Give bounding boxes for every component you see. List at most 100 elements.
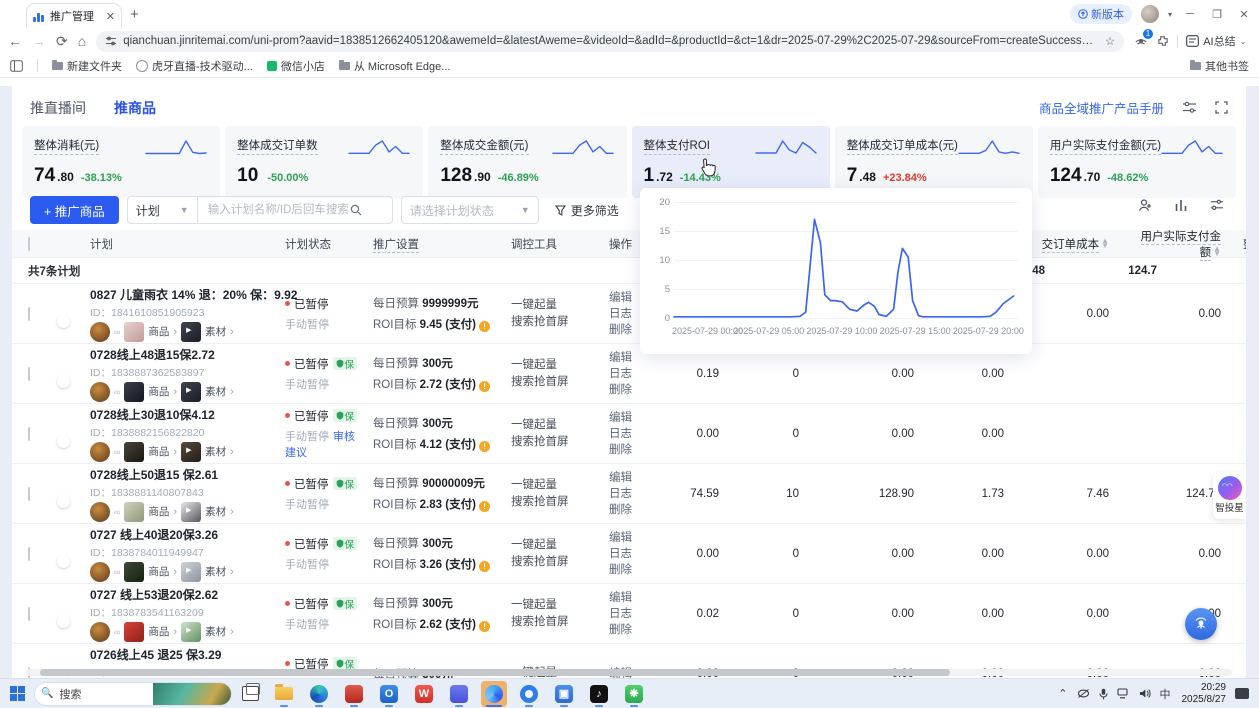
account-avatar[interactable] xyxy=(90,322,110,342)
taskbar-app-purple-app[interactable] xyxy=(446,681,472,707)
material-link[interactable]: 素材 xyxy=(205,444,226,459)
stat-card-6[interactable]: 用户实际支付金额(元)124.70-48.62% xyxy=(1038,126,1236,198)
product-thumbnail[interactable] xyxy=(124,622,144,642)
plan-title[interactable]: 0728线上30退10保4.12 xyxy=(90,406,277,423)
pen-device-icon[interactable] xyxy=(1077,688,1090,699)
bookmark-item[interactable]: 微信小店 xyxy=(267,58,325,74)
info-icon[interactable]: ! xyxy=(479,441,490,452)
product-link[interactable]: 商品 xyxy=(148,324,169,339)
plan-title[interactable]: 0727 线上40退20保3.26 xyxy=(90,526,277,543)
home-button[interactable]: ⌂ xyxy=(78,34,86,48)
microphone-icon[interactable] xyxy=(1099,688,1108,700)
display-settings-icon[interactable] xyxy=(1182,101,1197,114)
plan-search-input-wrap[interactable] xyxy=(198,196,393,224)
window-close-button[interactable]: ✕ xyxy=(1235,8,1253,21)
assistant-widget[interactable]: 智投星 xyxy=(1213,472,1246,519)
row-checkbox[interactable] xyxy=(28,487,30,501)
material-link[interactable]: 素材 xyxy=(205,624,226,639)
ime-indicator[interactable]: 中 xyxy=(1160,686,1171,702)
row-checkbox[interactable] xyxy=(28,547,30,561)
bookmark-star-icon[interactable]: ☆ xyxy=(1105,34,1115,48)
network-icon[interactable] xyxy=(1117,688,1130,699)
material-link[interactable]: 素材 xyxy=(205,324,226,339)
product-thumbnail[interactable] xyxy=(124,502,144,522)
info-icon[interactable]: ! xyxy=(479,381,490,392)
window-maximize-button[interactable]: ❐ xyxy=(1208,8,1226,21)
tool-link[interactable]: 搜索抢首屏 xyxy=(511,434,601,451)
plan-title[interactable]: 0728线上48退15保2.72 xyxy=(90,346,277,363)
row-checkbox[interactable] xyxy=(28,367,30,381)
back-button[interactable]: ← xyxy=(8,34,22,48)
taskbar-search[interactable]: 🔍 搜索 xyxy=(34,682,232,706)
tool-link[interactable]: 一键起量 xyxy=(511,357,601,374)
taskbar-app-wps[interactable]: W xyxy=(411,681,437,707)
tray-expand-icon[interactable]: ⌃ xyxy=(1058,687,1067,700)
url-bar[interactable]: qianchuan.jinritemai.com/uni-prom?aavid=… xyxy=(96,31,1124,52)
taskbar-app-green-app[interactable]: ❋ xyxy=(621,681,647,707)
plan-status-select[interactable]: 请选择计划状态▼ xyxy=(401,196,539,224)
plan-type-select[interactable]: 计划▼ xyxy=(127,196,198,224)
profile-caret-icon[interactable]: ▾ xyxy=(1168,10,1172,19)
header-numeric-5[interactable]: 交订单成本▲ ▼ xyxy=(1022,236,1127,252)
window-minimize-button[interactable]: ─ xyxy=(1181,8,1199,20)
column-chart-icon[interactable] xyxy=(1174,198,1188,212)
material-thumbnail[interactable] xyxy=(181,382,201,402)
stat-card-1[interactable]: 整体消耗(元)74.80-38.13% xyxy=(22,126,220,198)
task-view-button[interactable] xyxy=(242,686,259,701)
operation-link[interactable]: 删除 xyxy=(609,622,648,638)
tool-link[interactable]: 搜索抢首屏 xyxy=(511,554,601,571)
plan-title[interactable]: 0727 线上53退20保2.62 xyxy=(90,586,277,603)
media-router-icon[interactable]: 1 xyxy=(1134,33,1148,49)
bookmark-item[interactable]: 从 Microsoft Edge... xyxy=(339,58,451,74)
custom-audience-icon[interactable] xyxy=(1138,198,1152,212)
row-checkbox[interactable] xyxy=(28,607,30,621)
material-thumbnail[interactable] xyxy=(181,622,201,642)
header-numeric-6[interactable]: 用户实际支付金额▲ ▼ xyxy=(1127,228,1239,260)
account-avatar[interactable] xyxy=(90,622,110,642)
operation-link[interactable]: 编辑 xyxy=(609,410,648,426)
product-thumbnail[interactable] xyxy=(124,382,144,402)
sort-icon[interactable]: ▲ ▼ xyxy=(1101,238,1109,248)
search-highlight-image[interactable] xyxy=(153,683,231,705)
stat-card-3[interactable]: 整体成交金额(元)128.90-46.89% xyxy=(428,126,626,198)
operation-link[interactable]: 编辑 xyxy=(609,530,648,546)
page-tab-active[interactable]: 推商品 xyxy=(114,98,156,118)
operation-link[interactable]: 编辑 xyxy=(609,590,648,606)
tool-link[interactable]: 一键起量 xyxy=(511,297,601,314)
product-manual-link[interactable]: 商品全域推广产品手册 xyxy=(1039,98,1164,117)
plan-search-input[interactable] xyxy=(206,203,350,217)
account-avatar[interactable] xyxy=(90,442,110,462)
search-icon[interactable] xyxy=(350,204,362,216)
operation-link[interactable]: 删除 xyxy=(609,502,648,518)
sort-icon[interactable]: ▲ ▼ xyxy=(1213,246,1221,256)
browser-tab[interactable]: 推广管理 ✕ xyxy=(26,3,122,28)
ai-summary-button[interactable]: AI总结 ⌄ xyxy=(1186,33,1246,49)
operation-link[interactable]: 删除 xyxy=(609,382,648,398)
tool-link[interactable]: 搜索抢首屏 xyxy=(511,314,601,331)
info-icon[interactable]: ! xyxy=(479,501,490,512)
header-status[interactable]: 计划状态 xyxy=(281,236,369,252)
tool-link[interactable]: 一键起量 xyxy=(511,477,601,494)
material-thumbnail[interactable] xyxy=(181,442,201,462)
stat-card-2[interactable]: 整体成交订单数10-50.00% xyxy=(225,126,423,198)
account-avatar[interactable] xyxy=(90,502,110,522)
start-button[interactable] xyxy=(10,686,26,702)
product-thumbnail[interactable] xyxy=(124,562,144,582)
bookmark-item[interactable]: 虎牙直播-技术驱动... xyxy=(136,58,253,74)
plan-title[interactable]: 0726线上45 退25 保3.29 xyxy=(90,646,277,663)
tool-link[interactable]: 一键起量 xyxy=(511,417,601,434)
tool-link[interactable]: 搜索抢首屏 xyxy=(511,614,601,631)
product-link[interactable]: 商品 xyxy=(148,564,169,579)
side-panel-icon[interactable] xyxy=(10,60,23,72)
operation-link[interactable]: 日志 xyxy=(609,426,648,442)
operation-link[interactable]: 日志 xyxy=(609,606,648,622)
material-link[interactable]: 素材 xyxy=(205,384,226,399)
operation-link[interactable]: 日志 xyxy=(609,546,648,562)
forward-button[interactable]: → xyxy=(32,34,46,48)
profile-avatar[interactable] xyxy=(1141,5,1159,23)
taskbar-app-red-app[interactable] xyxy=(341,681,367,707)
operation-link[interactable]: 日志 xyxy=(609,486,648,502)
promote-product-button[interactable]: + 推广商品 xyxy=(30,196,119,224)
taskbar-app-outlook[interactable]: O xyxy=(376,681,402,707)
tool-link[interactable]: 搜索抢首屏 xyxy=(511,494,601,511)
